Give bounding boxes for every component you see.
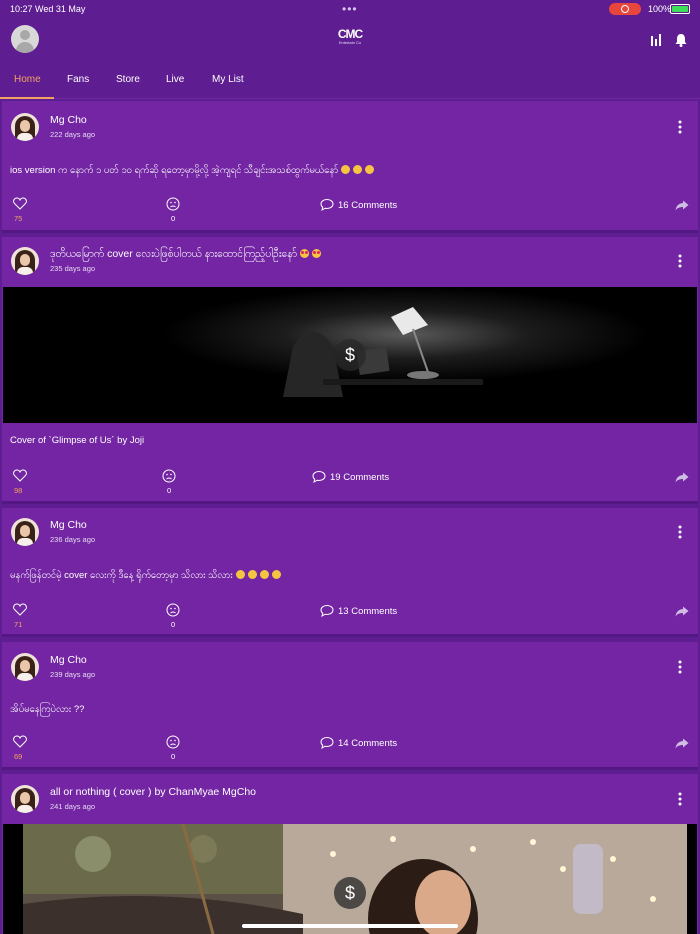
emoji-icon	[365, 165, 375, 174]
more-vertical-icon[interactable]	[677, 525, 683, 539]
like-count: 71	[14, 620, 23, 629]
comment-count[interactable]: 16 Comments	[338, 200, 397, 211]
post-video[interactable]: $	[3, 287, 697, 423]
share-icon[interactable]	[675, 200, 689, 211]
heart-icon[interactable]	[13, 469, 27, 482]
tab-live[interactable]: Live	[166, 74, 184, 85]
post-card[interactable]: Mg Cho 236 days ago မနက်ဖြန်တင်မဲ့ cover…	[2, 508, 698, 637]
sad-face-icon[interactable]	[166, 197, 180, 211]
comment-icon[interactable]	[320, 604, 334, 617]
emoji-icon	[271, 570, 281, 579]
share-icon[interactable]	[675, 738, 689, 749]
battery-icon	[670, 4, 690, 14]
comment-icon[interactable]	[320, 736, 334, 749]
author-name[interactable]: Mg Cho	[50, 654, 87, 666]
logo-mark: CMC	[337, 27, 363, 41]
tab-bar: Home Fans Store Live My List	[0, 62, 700, 99]
post-time: 241 days ago	[50, 802, 96, 811]
dollar-icon[interactable]: $	[334, 339, 366, 371]
chart-icon[interactable]	[650, 33, 663, 46]
heart-eyes-emoji-icon	[312, 249, 322, 258]
author-avatar[interactable]	[11, 247, 39, 275]
sad-count: 0	[167, 486, 172, 495]
post-text-content: ios version က နောက် ၁ ပတ် ၁၀ ရက်ဆို ရတော…	[10, 165, 339, 176]
post-text: အိပ်မနေကြပဲလား ??	[10, 704, 85, 715]
post-caption: Cover of `Glimpse of Us´ by Joji	[10, 435, 145, 446]
bell-icon[interactable]	[675, 33, 687, 47]
author-avatar[interactable]	[11, 785, 39, 813]
more-vertical-icon[interactable]	[677, 792, 683, 806]
sad-count: 0	[171, 620, 176, 629]
app-logo: CMC Entertain Co	[336, 28, 364, 46]
sad-face-icon[interactable]	[166, 603, 180, 617]
tab-fans[interactable]: Fans	[67, 74, 89, 85]
author-avatar[interactable]	[11, 518, 39, 546]
author-avatar[interactable]	[11, 113, 39, 141]
heart-icon[interactable]	[13, 197, 27, 210]
sad-face-icon[interactable]	[166, 735, 180, 749]
share-icon[interactable]	[675, 606, 689, 617]
more-vertical-icon[interactable]	[677, 120, 683, 134]
post-actions: 98 0 19 Comments	[2, 469, 698, 499]
heart-icon[interactable]	[13, 735, 27, 748]
heart-eyes-emoji-icon	[300, 249, 310, 258]
more-vertical-icon[interactable]	[677, 254, 683, 268]
post-card[interactable]: Mg Cho 239 days ago အိပ်မနေကြပဲလား ?? 69…	[2, 642, 698, 770]
post-time: 222 days ago	[50, 130, 96, 139]
screen-record-icon	[609, 3, 641, 15]
comment-count[interactable]: 14 Comments	[338, 738, 397, 749]
post-actions: 71 0 13 Comments	[2, 603, 698, 633]
home-indicator[interactable]	[242, 924, 458, 928]
sad-count: 0	[171, 752, 176, 761]
comment-count[interactable]: 19 Comments	[330, 472, 389, 483]
emoji-icon	[247, 570, 257, 579]
author-name[interactable]: Mg Cho	[50, 114, 87, 126]
dollar-icon[interactable]: $	[334, 877, 366, 909]
active-tab-indicator	[0, 97, 54, 99]
emoji-icon	[341, 165, 351, 174]
battery-percent: 100%	[648, 4, 672, 14]
like-count: 75	[14, 214, 23, 223]
post-time: 236 days ago	[50, 535, 96, 544]
tab-store[interactable]: Store	[116, 74, 140, 85]
post-text: မနက်ဖြန်တင်မဲ့ cover လေးကို ဒီနေ့ ရိုက်တ…	[10, 569, 281, 583]
like-count: 69	[14, 752, 23, 761]
post-text-content: မနက်ဖြန်တင်မဲ့ cover လေးကို ဒီနေ့ ရိုက်တ…	[10, 570, 233, 581]
app-header: CMC Entertain Co	[0, 18, 700, 62]
sad-count: 0	[171, 214, 176, 223]
comment-icon[interactable]	[320, 198, 334, 211]
like-count: 98	[14, 486, 23, 495]
logo-subtitle: Entertain Co	[338, 40, 362, 45]
post-actions: 69 0 14 Comments	[2, 735, 698, 765]
post-card[interactable]: all or nothing ( cover ) by ChanMyae MgC…	[2, 774, 698, 934]
post-title[interactable]: all or nothing ( cover ) by ChanMyae MgC…	[50, 786, 256, 798]
status-bar: 10:27 Wed 31 May ••• 100%	[0, 0, 700, 18]
post-title-text: ဒုတိယမြောက် cover လေးပဲဖြစ်ပါတယ် နားထောင…	[50, 248, 298, 260]
more-vertical-icon[interactable]	[677, 660, 683, 674]
heart-icon[interactable]	[13, 603, 27, 616]
status-time: 10:27 Wed 31 May	[10, 4, 86, 14]
comment-icon[interactable]	[312, 470, 326, 483]
author-avatar[interactable]	[11, 653, 39, 681]
emoji-icon	[353, 165, 363, 174]
tab-my-list[interactable]: My List	[212, 74, 244, 85]
multitask-dots-icon[interactable]: •••	[342, 2, 358, 16]
share-icon[interactable]	[675, 472, 689, 483]
post-time: 235 days ago	[50, 264, 96, 273]
post-card[interactable]: Mg Cho 222 days ago ios version က နောက် …	[2, 101, 698, 233]
emoji-icon	[259, 570, 269, 579]
author-name[interactable]: Mg Cho	[50, 519, 87, 531]
tab-home[interactable]: Home	[14, 74, 41, 85]
post-time: 239 days ago	[50, 670, 96, 679]
post-text: ios version က နောက် ၁ ပတ် ၁၀ ရက်ဆို ရတော…	[10, 164, 375, 178]
profile-avatar-icon[interactable]	[11, 25, 39, 53]
emoji-icon	[235, 570, 245, 579]
post-video[interactable]: $	[3, 824, 697, 934]
post-card[interactable]: ဒုတိယမြောက် cover လေးပဲဖြစ်ပါတယ် နားထောင…	[2, 237, 698, 504]
post-title[interactable]: ဒုတိယမြောက် cover လေးပဲဖြစ်ပါတယ် နားထောင…	[50, 248, 322, 263]
post-actions: 75 0 16 Comments	[2, 197, 698, 227]
sad-face-icon[interactable]	[162, 469, 176, 483]
comment-count[interactable]: 13 Comments	[338, 606, 397, 617]
